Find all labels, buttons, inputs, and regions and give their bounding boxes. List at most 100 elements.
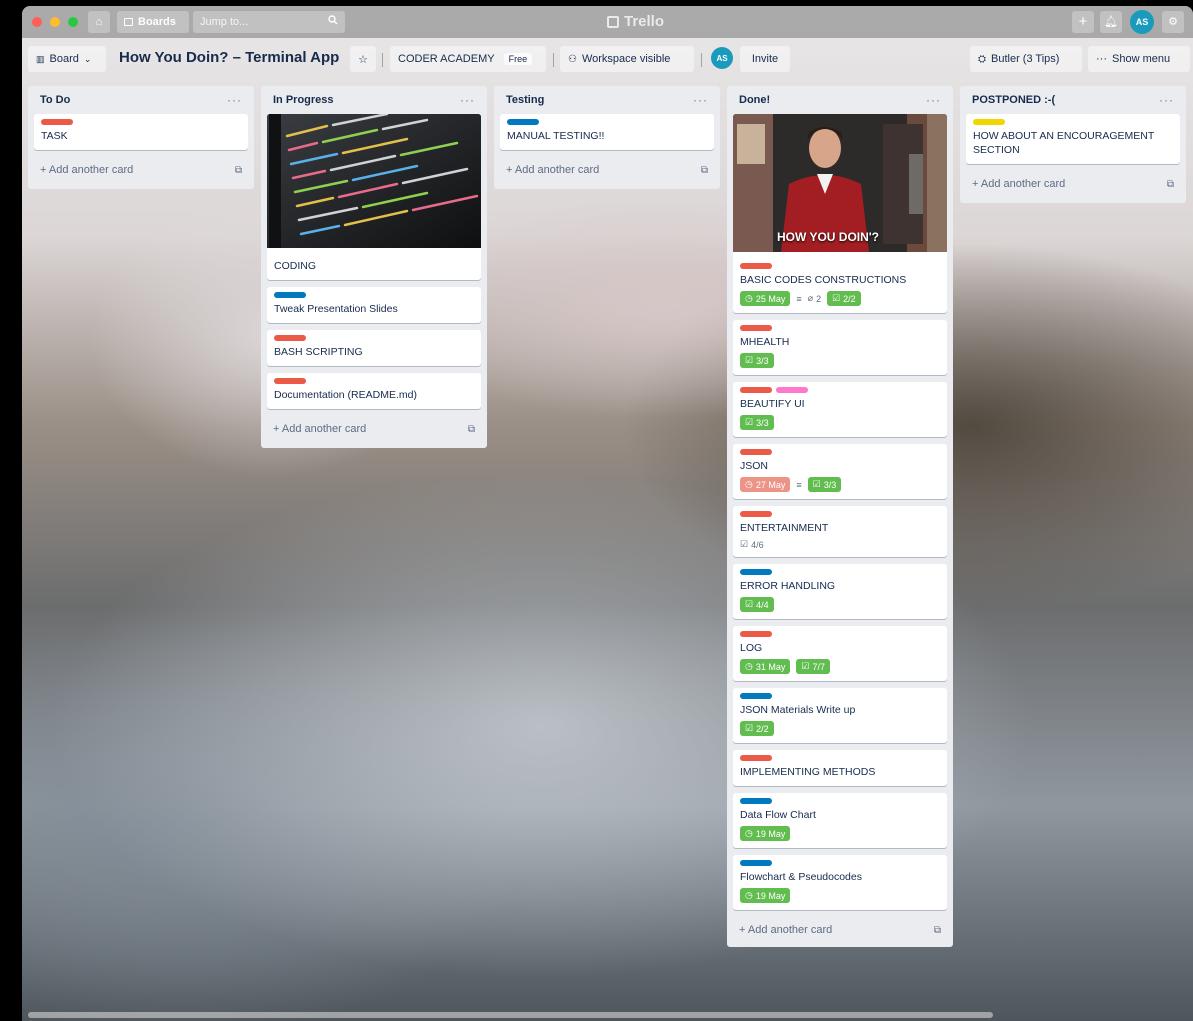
list-header[interactable]: POSTPONED :-( ··· <box>966 86 1180 114</box>
label-red[interactable] <box>740 387 772 393</box>
label-red[interactable] <box>740 631 772 637</box>
label-blue[interactable] <box>507 119 539 125</box>
create-button[interactable]: + <box>1072 11 1094 33</box>
board-horizontal-scrollbar[interactable] <box>28 1012 993 1018</box>
card-template-icon[interactable]: ⧉ <box>934 925 941 936</box>
card[interactable]: Tweak Presentation Slides <box>267 287 481 323</box>
user-avatar-button[interactable]: AS <box>1130 10 1154 34</box>
invite-button[interactable]: Invite <box>740 46 790 72</box>
label-red[interactable] <box>740 263 772 269</box>
checklist-count: 2/2 <box>843 293 856 304</box>
list-header[interactable]: Testing ··· <box>500 86 714 114</box>
label-blue[interactable] <box>274 292 306 298</box>
due-date-badge[interactable]: ◷ 19 May <box>740 888 791 903</box>
home-button[interactable]: ⌂ <box>88 11 110 33</box>
list-title[interactable]: To Do <box>40 94 70 106</box>
clock-icon: ◷ <box>745 479 753 489</box>
board-member-avatar[interactable]: AS <box>711 47 733 69</box>
due-date-badge[interactable]: ◷ 31 May <box>740 659 791 674</box>
butler-button[interactable]: ⛭ Butler (3 Tips) <box>970 46 1082 72</box>
add-card-button[interactable]: + Add another card ⧉ <box>500 157 714 183</box>
label-blue[interactable] <box>740 569 772 575</box>
visibility-button[interactable]: ⚇ Workspace visible <box>560 46 694 72</box>
checklist-icon: ☑ <box>745 355 754 365</box>
label-yellow[interactable] <box>973 119 1005 125</box>
list-menu-icon[interactable]: ··· <box>460 93 475 107</box>
card-badges: ◷ 19 May <box>740 826 940 841</box>
card-title: HOW ABOUT AN ENCOURAGEMENT SECTION <box>973 130 1155 156</box>
label-red[interactable] <box>740 511 772 517</box>
list-menu-icon[interactable]: ··· <box>227 93 242 107</box>
list-menu-icon[interactable]: ··· <box>926 93 941 107</box>
list-title[interactable]: POSTPONED :-( <box>972 94 1055 106</box>
card[interactable]: CODING <box>267 114 481 280</box>
star-board-button[interactable]: ☆ <box>350 46 376 72</box>
card[interactable]: JSON ◷ 27 May ≡ ☑ 3/3 <box>733 444 947 499</box>
card[interactable]: HOW YOU DOIN'? BASIC CODES CONSTRUCTIONS… <box>733 114 947 313</box>
card-badges: ☑ 2/2 <box>740 721 940 736</box>
minimize-window-button[interactable] <box>50 17 60 27</box>
board-view-switcher[interactable]: ▥ Board ⌄ <box>28 46 106 72</box>
list-title[interactable]: Testing <box>506 94 544 106</box>
label-red[interactable] <box>740 449 772 455</box>
list-title[interactable]: Done! <box>739 94 770 106</box>
boards-button[interactable]: Boards <box>117 11 189 33</box>
label-blue[interactable] <box>740 798 772 804</box>
card-template-icon[interactable]: ⧉ <box>468 424 475 435</box>
due-date-badge[interactable]: ◷ 19 May <box>740 826 791 841</box>
close-window-button[interactable] <box>32 17 42 27</box>
card[interactable]: BASH SCRIPTING <box>267 330 481 366</box>
card[interactable]: JSON Materials Write up ☑ 2/2 <box>733 688 947 743</box>
card[interactable]: ERROR HANDLING ☑ 4/4 <box>733 564 947 619</box>
settings-button[interactable]: ⚙ <box>1162 11 1184 33</box>
label-pink[interactable] <box>776 387 808 393</box>
card[interactable]: IMPLEMENTING METHODS <box>733 750 947 786</box>
card-title: JSON Materials Write up <box>740 704 856 716</box>
label-red[interactable] <box>740 755 772 761</box>
add-card-button[interactable]: + Add another card ⧉ <box>34 157 248 183</box>
add-card-button[interactable]: + Add another card ⧉ <box>966 171 1180 197</box>
label-red[interactable] <box>274 378 306 384</box>
label-red[interactable] <box>41 119 73 125</box>
card-template-icon[interactable]: ⧉ <box>235 165 242 176</box>
list-header[interactable]: Done! ··· <box>733 86 947 114</box>
due-date-badge[interactable]: ◷ 25 May <box>740 291 791 306</box>
checklist-icon: ☑ <box>745 723 754 733</box>
label-red[interactable] <box>740 325 772 331</box>
card[interactable]: Data Flow Chart ◷ 19 May <box>733 793 947 848</box>
card[interactable]: BEAUTIFY UI ☑ 3/3 <box>733 382 947 437</box>
due-date-badge[interactable]: ◷ 27 May <box>740 477 791 492</box>
clock-icon: ◷ <box>745 661 753 671</box>
zoom-window-button[interactable] <box>68 17 78 27</box>
workspace-button[interactable]: CODER ACADEMY Free <box>390 46 546 72</box>
card[interactable]: ENTERTAINMENT ☑ 4/6 <box>733 506 947 557</box>
label-red[interactable] <box>274 335 306 341</box>
list-menu-icon[interactable]: ··· <box>1159 93 1174 107</box>
label-blue[interactable] <box>740 693 772 699</box>
card[interactable]: MHEALTH ☑ 3/3 <box>733 320 947 375</box>
card-badges: ◷ 27 May ≡ ☑ 3/3 <box>740 477 940 492</box>
card-template-icon[interactable]: ⧉ <box>701 165 708 176</box>
jump-to-search[interactable]: Jump to... <box>193 11 345 33</box>
show-menu-button[interactable]: ··· Show menu <box>1088 46 1190 72</box>
card-template-icon[interactable]: ⧉ <box>1167 179 1174 190</box>
card[interactable]: Documentation (README.md) <box>267 373 481 409</box>
card[interactable]: TASK <box>34 114 248 150</box>
notifications-button[interactable]: 🔔︎ <box>1100 11 1122 33</box>
card[interactable]: MANUAL TESTING!! <box>500 114 714 150</box>
card[interactable]: Flowchart & Pseudocodes ◷ 19 May <box>733 855 947 910</box>
clock-icon: ◷ <box>745 293 753 303</box>
list-header[interactable]: To Do ··· <box>34 86 248 114</box>
trello-logo[interactable]: Trello <box>607 13 664 30</box>
list-menu-icon[interactable]: ··· <box>693 93 708 107</box>
list-header[interactable]: In Progress ··· <box>267 86 481 114</box>
card[interactable]: HOW ABOUT AN ENCOURAGEMENT SECTION <box>966 114 1180 164</box>
card[interactable]: LOG ◷ 31 May ☑ 7/7 <box>733 626 947 681</box>
board-title[interactable]: How You Doin? – Terminal App <box>119 49 339 66</box>
add-card-button[interactable]: + Add another card ⧉ <box>267 416 481 442</box>
trello-logo-icon <box>607 15 619 28</box>
list-title[interactable]: In Progress <box>273 94 334 106</box>
label-blue[interactable] <box>740 860 772 866</box>
add-card-button[interactable]: + Add another card ⧉ <box>733 917 947 943</box>
add-card-label: + Add another card <box>40 164 134 176</box>
